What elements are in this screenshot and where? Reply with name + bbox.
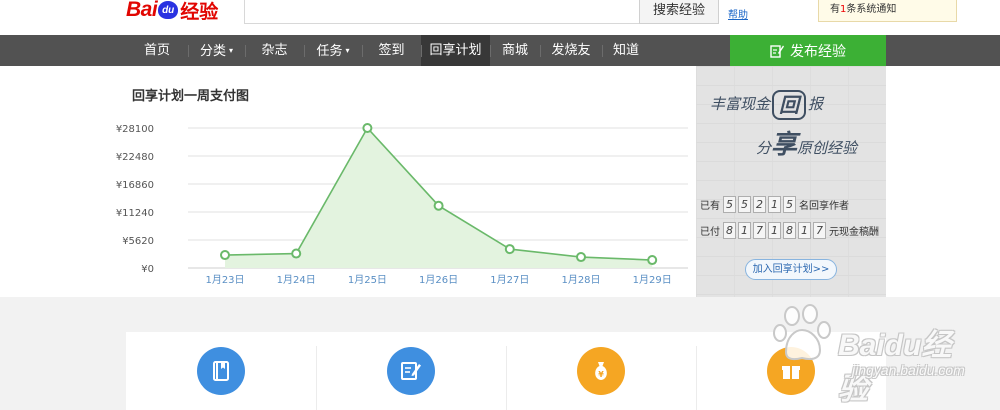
chart-title: 回享计划一周支付图	[132, 89, 250, 104]
slogan2-big: 享	[771, 130, 798, 160]
join-huixiang-button[interactable]: 加入回享计划>>	[745, 259, 837, 280]
nav-item-6[interactable]: 商城	[490, 35, 540, 66]
promo-slogan-line1: 丰富现金回报	[710, 90, 823, 120]
digit-box: 1	[768, 196, 781, 213]
chevron-down-icon: ▾	[229, 46, 234, 55]
digit-box: 1	[798, 222, 811, 239]
feature-cards: ¥	[126, 332, 886, 410]
nav-item-label: 分类	[199, 44, 226, 59]
slogan1-post: 报	[808, 95, 824, 113]
x-tick-label: 1月25日	[348, 274, 387, 286]
data-point	[647, 255, 658, 266]
nav-item-3[interactable]: 任务 ▾	[304, 35, 362, 66]
help-link[interactable]: 帮助	[728, 6, 748, 21]
promo-slogan-line2: 分享原创经验	[756, 124, 857, 161]
nav-item-label: 签到	[378, 43, 405, 58]
digit-box: 1	[768, 222, 781, 239]
weekly-payment-chart: ¥0 ¥5620 ¥11240 ¥16860 ¥22480 ¥28100 1月23日 1月24…	[116, 123, 688, 286]
huixiang-promo: 丰富现金回报 分享原创经验 已有 55215 名回享作者 已付 8171817 …	[696, 66, 886, 297]
nav-item-0[interactable]: 首页	[126, 35, 188, 66]
y-tick-label: ¥0	[141, 264, 154, 275]
digit-box: 7	[813, 222, 826, 239]
nav-item-label: 知道	[612, 43, 639, 58]
digit-box: 8	[783, 222, 796, 239]
x-tick-label: 1月26日	[419, 274, 458, 286]
nav-item-label: 发烧友	[551, 43, 591, 58]
paid-pre: 已付	[700, 227, 720, 238]
svg-text:¥: ¥	[598, 370, 604, 379]
data-point	[362, 123, 373, 133]
digit-box: 7	[753, 222, 766, 239]
system-notice[interactable]: 有1条系统通知	[818, 0, 957, 22]
money-bag-icon: ¥	[577, 347, 625, 395]
edit-pen-icon	[770, 44, 784, 58]
x-tick-label: 1月29日	[633, 274, 672, 286]
digit-box: 2	[753, 196, 766, 213]
data-point	[433, 200, 444, 211]
slogan1-big: 回	[772, 90, 807, 120]
logo-paw-icon: du	[158, 1, 179, 19]
nav-item-4[interactable]: 签到	[362, 35, 421, 66]
slogan2-post: 原创经验	[797, 139, 858, 157]
search-input[interactable]	[244, 0, 640, 24]
edit-icon	[387, 347, 435, 395]
card-money[interactable]: ¥	[506, 332, 696, 410]
authors-post: 名回享作者	[799, 201, 849, 212]
nav-item-8[interactable]: 知道	[602, 35, 650, 66]
nav-item-label: 回享计划	[429, 43, 482, 58]
digit-box: 8	[723, 222, 736, 239]
digit-box: 5	[723, 196, 736, 213]
authors-digits: 55215	[723, 196, 798, 213]
gift-icon	[767, 347, 815, 395]
nav-item-2[interactable]: 杂志	[245, 35, 304, 66]
authors-count: 已有 55215 名回享作者	[700, 196, 849, 213]
logo-jingyan-text: 经验	[180, 1, 219, 23]
paid-post: 元现金稿酬	[829, 227, 879, 238]
chevron-down-icon: ▾	[345, 46, 350, 55]
baidu-jingyan-logo[interactable]: Bai du 经验	[126, 0, 219, 23]
y-tick-label: ¥28100	[116, 124, 154, 135]
notice-suffix: 条系统通知	[846, 4, 897, 15]
data-point	[291, 248, 302, 259]
digit-box: 1	[738, 222, 751, 239]
slogan2-pre: 分	[756, 139, 772, 157]
nav-item-1[interactable]: 分类 ▾	[188, 35, 245, 66]
y-tick-label: ¥16860	[116, 180, 154, 191]
data-point	[504, 244, 515, 255]
digit-box: 5	[783, 196, 796, 213]
nav-item-label: 商城	[501, 43, 528, 58]
publish-experience-button[interactable]: 发布经验	[730, 35, 886, 66]
paid-digits: 8171817	[723, 222, 828, 239]
main-nav: 首页 分类 ▾ 杂志 任务 ▾ 签到 回享计划 商城 发烧友 知道 发布经验	[0, 35, 1000, 66]
x-tick-label: 1月27日	[490, 274, 529, 286]
card-edit[interactable]	[316, 332, 506, 410]
logo-bai-text: Bai	[126, 0, 158, 21]
card-book[interactable]	[126, 332, 316, 410]
digit-box: 5	[738, 196, 751, 213]
x-tick-label: 1月23日	[205, 274, 244, 286]
nav-item-label: 任务	[316, 44, 343, 59]
notice-prefix: 有	[830, 4, 840, 15]
x-tick-label: 1月28日	[561, 274, 600, 286]
y-tick-label: ¥5620	[122, 236, 154, 247]
top-bar: Bai du 经验 搜索经验 帮助 有1条系统通知	[0, 0, 1000, 35]
authors-pre: 已有	[700, 201, 720, 212]
paid-amount: 已付 8171817 元现金稿酬	[700, 222, 879, 239]
series-area	[225, 128, 653, 268]
data-point	[220, 250, 230, 261]
nav-item-label: 杂志	[261, 43, 288, 58]
publish-label: 发布经验	[790, 43, 846, 60]
slogan1-pre: 丰富现金	[710, 95, 771, 113]
y-tick-label: ¥11240	[116, 208, 154, 219]
x-tick-label: 1月24日	[277, 274, 316, 286]
nav-item-label: 首页	[143, 43, 170, 58]
nav-item-7[interactable]: 发烧友	[540, 35, 602, 66]
y-tick-label: ¥22480	[116, 152, 154, 163]
card-gift[interactable]	[696, 332, 886, 410]
data-point	[576, 252, 586, 263]
nav-items: 首页 分类 ▾ 杂志 任务 ▾ 签到 回享计划 商城 发烧友 知道	[126, 35, 650, 66]
book-icon	[197, 347, 245, 395]
nav-item-5[interactable]: 回享计划	[421, 35, 490, 66]
search-button[interactable]: 搜索经验	[639, 0, 719, 24]
